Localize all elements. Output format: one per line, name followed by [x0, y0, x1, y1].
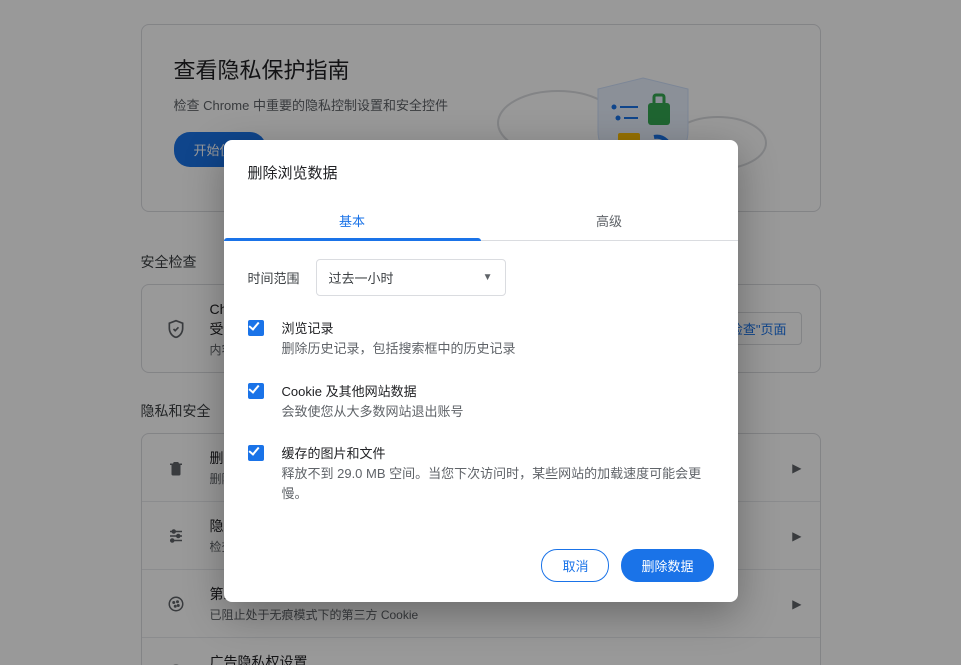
confirm-delete-button[interactable]: 删除数据	[621, 549, 713, 582]
time-range-select[interactable]: 过去一小时 ▼	[316, 259, 506, 296]
option-sub: 会致使您从大多数网站退出账号	[282, 402, 464, 422]
time-range-label: 时间范围	[248, 268, 300, 287]
option-sub: 释放不到 29.0 MB 空间。当您下次访问时，某些网站的加载速度可能会更慢。	[282, 464, 702, 503]
chevron-down-icon: ▼	[483, 272, 493, 283]
option-cookies[interactable]: Cookie 及其他网站数据 会致使您从大多数网站退出账号	[248, 381, 714, 422]
option-cache[interactable]: 缓存的图片和文件 释放不到 29.0 MB 空间。当您下次访问时，某些网站的加载…	[248, 443, 714, 503]
tab-advanced[interactable]: 高级	[481, 199, 738, 240]
checkbox-checked-icon[interactable]	[248, 445, 264, 461]
dialog-title: 删除浏览数据	[224, 140, 738, 199]
clear-browsing-data-dialog: 删除浏览数据 基本 高级 时间范围 过去一小时 ▼ 浏览记录 删除历史记录，包括…	[224, 140, 738, 602]
cancel-button[interactable]: 取消	[541, 549, 609, 582]
time-range-value: 过去一小时	[329, 268, 394, 287]
option-browsing-history[interactable]: 浏览记录 删除历史记录，包括搜索框中的历史记录	[248, 318, 714, 359]
dialog-tabs: 基本 高级	[224, 199, 738, 241]
option-title: 缓存的图片和文件	[282, 443, 702, 462]
option-title: Cookie 及其他网站数据	[282, 381, 464, 400]
checkbox-checked-icon[interactable]	[248, 320, 264, 336]
option-sub: 删除历史记录，包括搜索框中的历史记录	[282, 339, 516, 359]
option-title: 浏览记录	[282, 318, 516, 337]
checkbox-checked-icon[interactable]	[248, 383, 264, 399]
tab-basic[interactable]: 基本	[224, 199, 481, 240]
